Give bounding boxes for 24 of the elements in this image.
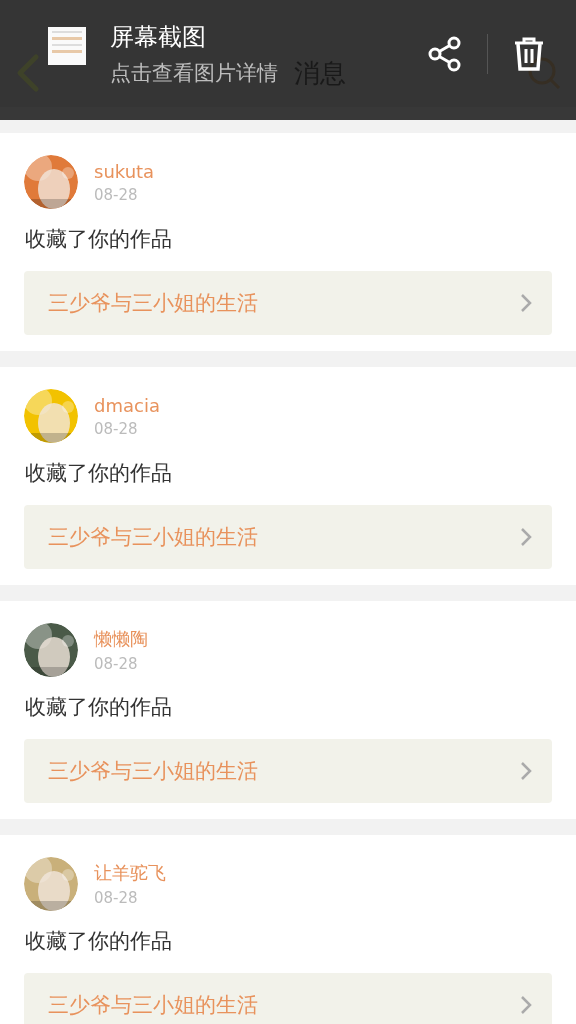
message-date: 08-28 xyxy=(94,185,139,204)
chevron-icon xyxy=(520,527,532,547)
message-text: 收藏了你的作品 xyxy=(25,694,173,721)
chevron-icon xyxy=(520,293,532,313)
message-text: 收藏了你的作品 xyxy=(25,460,173,487)
work-link[interactable]: 三少爷与三小姐的生活 xyxy=(24,739,552,803)
notification-subtitle: 点击查看图片详情 xyxy=(110,59,278,87)
message-date: 08-28 xyxy=(94,419,139,438)
screenshot-thumbnail xyxy=(48,26,86,65)
search-icon[interactable] xyxy=(526,55,562,91)
work-link[interactable]: 三少爷与三小姐的生活 xyxy=(24,505,552,569)
user-name[interactable]: 懒懒陶 xyxy=(94,627,148,651)
message-date: 08-28 xyxy=(94,655,139,673)
message-date: 08-28 xyxy=(94,889,139,907)
user-name[interactable]: sukuta xyxy=(94,160,155,182)
message-text: 收藏了你的作品 xyxy=(25,928,173,955)
user-name[interactable]: 让羊驼飞 xyxy=(94,861,166,885)
user-name[interactable]: dmacia xyxy=(94,394,160,416)
chevron-icon xyxy=(520,995,532,1015)
message-text: 收藏了你的作品 xyxy=(25,226,173,253)
work-link[interactable]: 三少爷与三小姐的生活 xyxy=(24,973,552,1024)
notification-title: 屏幕截图 xyxy=(110,21,206,53)
work-link[interactable]: 三少爷与三小姐的生活 xyxy=(24,271,552,335)
chevron-icon xyxy=(520,761,532,781)
